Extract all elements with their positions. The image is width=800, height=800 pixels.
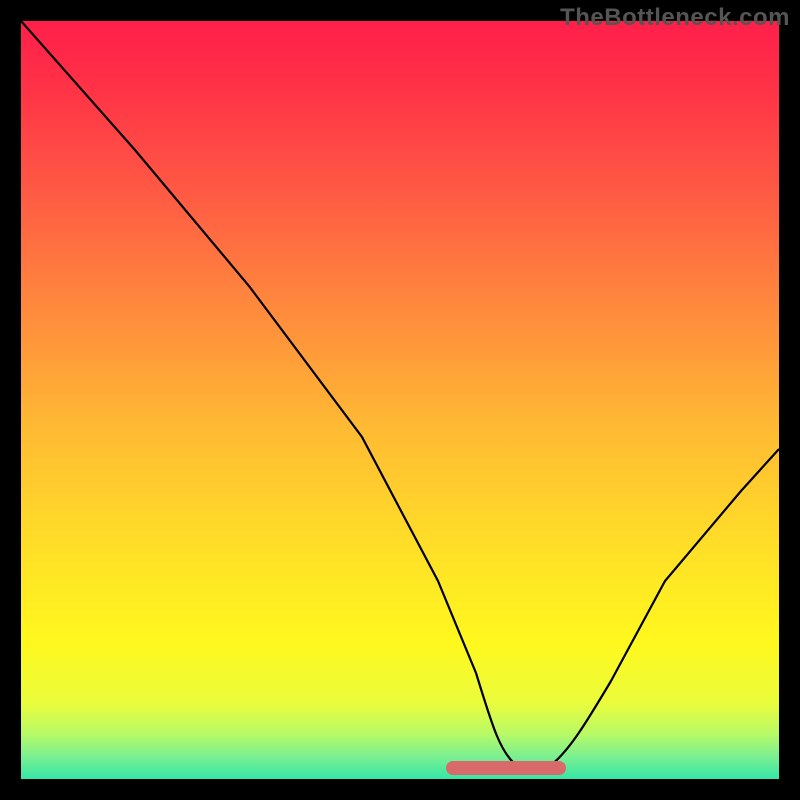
watermark-text: TheBottleneck.com (560, 4, 790, 32)
optimal-range-marker (446, 761, 566, 775)
plot-area (21, 21, 779, 779)
curve-path (21, 21, 779, 770)
chart-frame: TheBottleneck.com (0, 0, 800, 800)
bottleneck-curve (21, 21, 779, 779)
